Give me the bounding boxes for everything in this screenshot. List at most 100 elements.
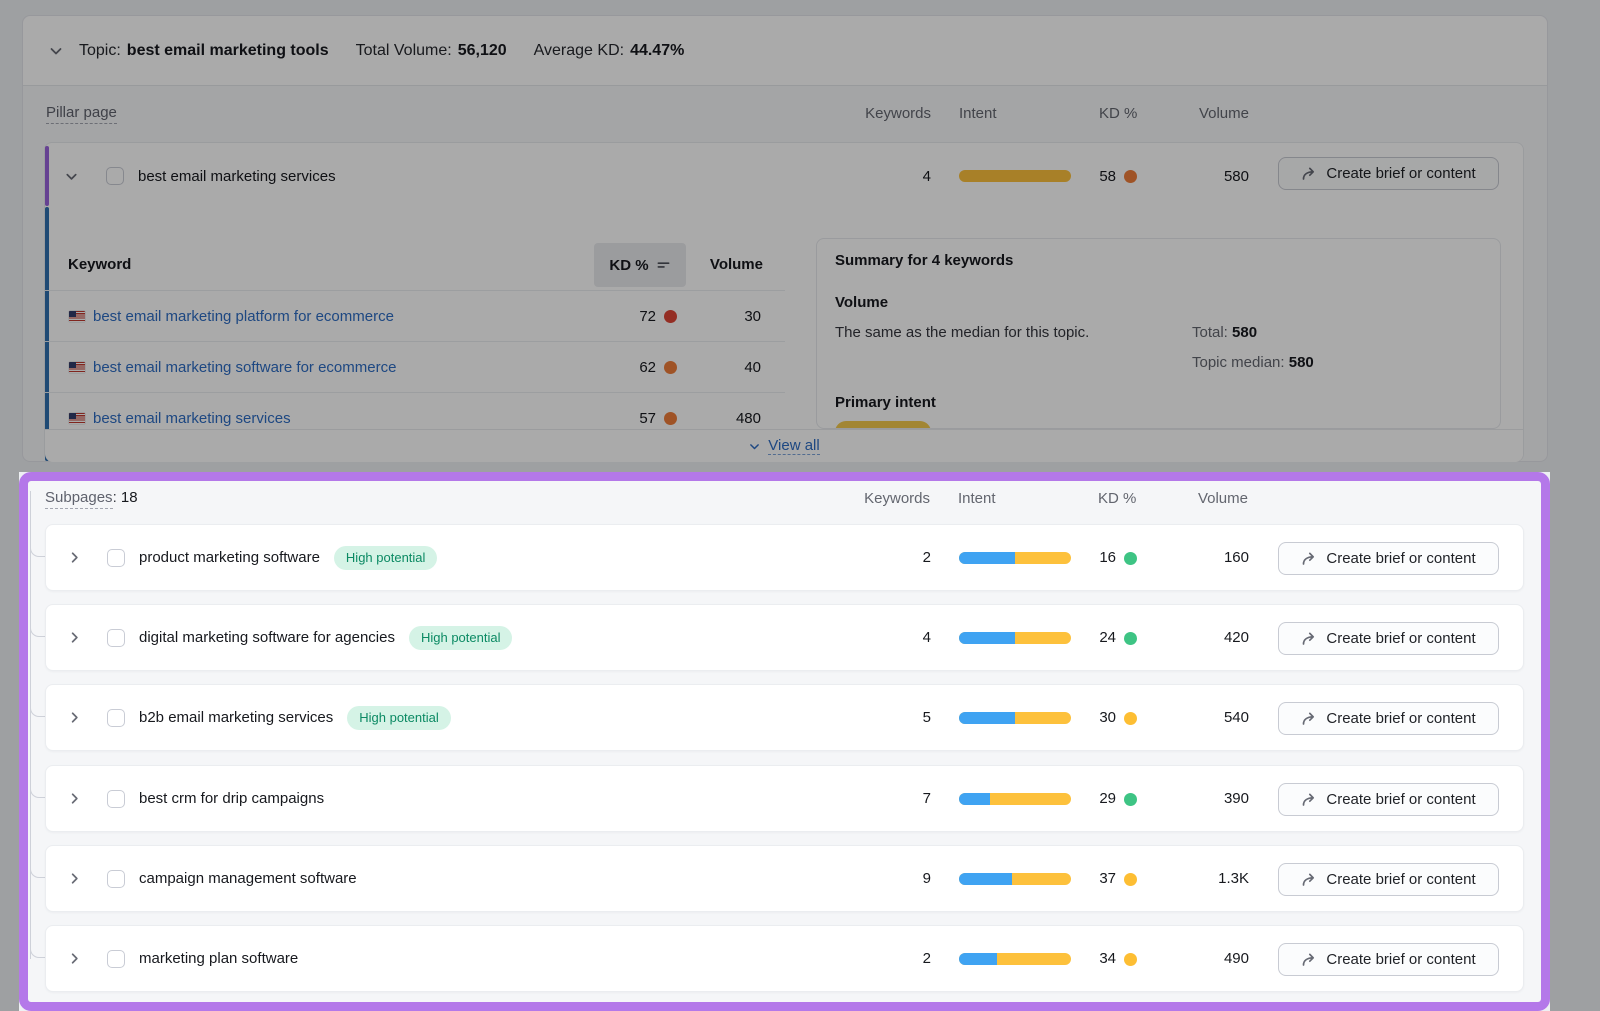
column-header-volume: Volume [1149, 105, 1249, 122]
pillar-title[interactable]: best email marketing services [138, 168, 336, 185]
intent-bar-informational [959, 953, 997, 965]
subpage-checkbox[interactable] [107, 790, 125, 808]
subpage-checkbox[interactable] [107, 549, 125, 567]
subpage-row[interactable]: b2b email marketing services High potent… [45, 684, 1524, 751]
summary-title: Summary for 4 keywords [835, 252, 1013, 269]
intent-bar-informational [959, 793, 990, 805]
subpage-volume-value: 160 [1169, 525, 1249, 590]
subpage-row[interactable]: marketing plan software 2 34 490 Create … [45, 925, 1524, 992]
redo-arrow-icon [1301, 631, 1317, 647]
keyword-volume-value: 30 [691, 291, 761, 341]
expand-chevron-right-icon[interactable] [67, 951, 82, 966]
subpage-row[interactable]: campaign management software 9 37 1.3K C… [45, 845, 1524, 912]
subpage-kd-dot [1124, 712, 1137, 725]
subpage-volume-value: 540 [1169, 685, 1249, 750]
topic-value: best email marketing tools [127, 42, 329, 60]
summary-total-label: Total: [1192, 324, 1228, 341]
tree-connector-elbow [30, 621, 45, 637]
subpage-checkbox[interactable] [107, 709, 125, 727]
pillar-kd-value: 58 [1056, 168, 1116, 185]
intent-bar-informational [959, 712, 1015, 724]
subpage-row[interactable]: best crm for drip campaigns 7 29 390 Cre… [45, 765, 1524, 832]
subpage-row[interactable]: digital marketing software for agencies … [45, 604, 1524, 671]
subpage-volume-value: 390 [1169, 766, 1249, 831]
keyword-row[interactable]: best email marketing platform for ecomme… [45, 290, 785, 341]
subpage-keywords-count: 9 [851, 846, 931, 911]
tree-connector-line [30, 491, 31, 959]
create-brief-button[interactable]: Create brief or content [1278, 702, 1499, 735]
column-header-keywords: Keywords [830, 490, 930, 507]
create-brief-button-label: Create brief or content [1326, 871, 1475, 888]
collapse-topic-chevron-down-icon[interactable] [48, 43, 64, 59]
create-brief-button[interactable]: Create brief or content [1278, 622, 1499, 655]
redo-arrow-icon [1301, 792, 1317, 808]
expand-chevron-right-icon[interactable] [67, 791, 82, 806]
subpage-title[interactable]: digital marketing software for agencies [139, 629, 395, 646]
summary-total-value: 580 [1232, 324, 1257, 341]
subpage-kd-value: 34 [1056, 926, 1116, 991]
summary-volume-heading: Volume [835, 294, 888, 311]
keywords-summary-panel: Summary for 4 keywords Volume The same a… [816, 238, 1501, 429]
pillar-page-label[interactable]: Pillar page [46, 104, 117, 124]
subpage-checkbox[interactable] [107, 870, 125, 888]
column-header-intent: Intent [959, 105, 997, 122]
subpage-title[interactable]: b2b email marketing services [139, 709, 333, 726]
column-header-kd: KD % [1099, 105, 1137, 122]
keyword-link[interactable]: best email marketing services [93, 410, 291, 427]
pillar-checkbox[interactable] [106, 167, 124, 185]
subpage-intent-bar [959, 873, 1071, 885]
expand-chevron-right-icon[interactable] [67, 710, 82, 725]
create-brief-button[interactable]: Create brief or content [1278, 542, 1499, 575]
keyword-link[interactable]: best email marketing software for ecomme… [93, 359, 396, 376]
subpage-title[interactable]: marketing plan software [139, 950, 298, 967]
high-potential-badge: High potential [347, 706, 451, 730]
total-volume-label: Total Volume: [356, 42, 452, 60]
expand-chevron-right-icon[interactable] [67, 550, 82, 565]
subpage-keywords-count: 4 [851, 605, 931, 670]
primary-intent-pill [835, 421, 931, 429]
keyword-link[interactable]: best email marketing platform for ecomme… [93, 308, 394, 325]
average-kd-value: 44.47% [630, 42, 684, 60]
intent-bar-informational [959, 632, 1015, 644]
keyword-kd-value: 62 [596, 342, 656, 392]
summary-median-value: 580 [1289, 354, 1314, 371]
pillar-expand-chevron-down-icon[interactable] [64, 169, 79, 184]
keyword-row[interactable]: best email marketing software for ecomme… [45, 341, 785, 392]
expand-chevron-right-icon[interactable] [67, 871, 82, 886]
column-header-keywords: Keywords [831, 105, 931, 122]
tree-connector-elbow [30, 701, 45, 717]
create-brief-button[interactable]: Create brief or content [1278, 943, 1499, 976]
subpage-kd-value: 37 [1056, 846, 1116, 911]
subpage-kd-value: 29 [1056, 766, 1116, 831]
subpages-label[interactable]: Subpages [45, 489, 113, 509]
keyword-kd-value: 72 [596, 291, 656, 341]
pillar-create-brief-button[interactable]: Create brief or content [1278, 157, 1499, 190]
create-brief-button[interactable]: Create brief or content [1278, 783, 1499, 816]
subpage-volume-value: 420 [1169, 605, 1249, 670]
keyword-table-header-kd-sort[interactable]: KD % [594, 243, 686, 287]
subpage-checkbox[interactable] [107, 950, 125, 968]
subpage-keywords-count: 7 [851, 766, 931, 831]
topic-label: Topic: [79, 42, 121, 60]
subpage-title[interactable]: product marketing software [139, 549, 320, 566]
create-brief-button[interactable]: Create brief or content [1278, 863, 1499, 896]
keyword-table-header-kd-label: KD % [609, 257, 648, 274]
sort-descending-icon [656, 258, 671, 273]
create-brief-button-label: Create brief or content [1326, 550, 1475, 567]
expand-chevron-right-icon[interactable] [67, 630, 82, 645]
subpage-row[interactable]: product marketing software High potentia… [45, 524, 1524, 591]
view-all-band: View all [45, 429, 1523, 462]
view-all-link[interactable]: View all [768, 437, 819, 455]
subpage-intent-bar [959, 953, 1071, 965]
subpage-title[interactable]: best crm for drip campaigns [139, 790, 324, 807]
subpage-title[interactable]: campaign management software [139, 870, 357, 887]
create-brief-button-label: Create brief or content [1326, 951, 1475, 968]
subpages-count: 18 [121, 489, 138, 506]
keyword-table-header-keyword: Keyword [68, 256, 131, 273]
total-volume-value: 56,120 [458, 42, 507, 60]
keyword-volume-value: 40 [691, 342, 761, 392]
high-potential-badge: High potential [334, 546, 438, 570]
subpage-kd-value: 16 [1056, 525, 1116, 590]
subpage-checkbox[interactable] [107, 629, 125, 647]
pillar-accent-purple [45, 146, 49, 206]
